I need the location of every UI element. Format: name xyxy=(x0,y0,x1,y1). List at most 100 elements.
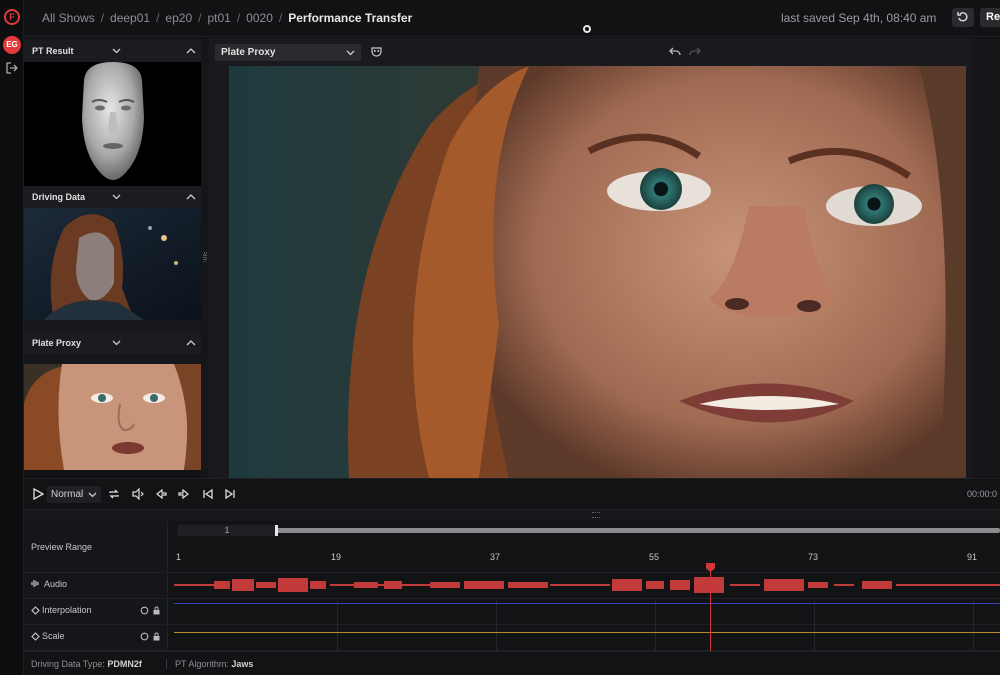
interpolation-curve[interactable] xyxy=(174,603,1000,604)
plate-proxy-frame xyxy=(24,364,201,470)
left-panel-stack: PT Result Driving Data Plate Proxy xyxy=(24,38,201,470)
visibility-icon[interactable] xyxy=(140,606,149,615)
page-title: Performance Transfer xyxy=(288,11,413,25)
playhead[interactable] xyxy=(710,564,711,651)
frame-tick: 37 xyxy=(490,552,501,562)
track-header-column: Preview Range Audio Interpolation Scale xyxy=(24,521,168,651)
panel-header-pt-result[interactable]: PT Result xyxy=(24,40,201,62)
driving-data-type: Driving Data Type: PDMN2f xyxy=(31,659,142,669)
user-avatar[interactable]: EG xyxy=(3,36,21,54)
volume-icon[interactable] xyxy=(132,488,144,500)
lock-icon[interactable] xyxy=(152,632,161,641)
lock-icon[interactable] xyxy=(152,606,161,615)
logout-icon[interactable] xyxy=(6,62,18,74)
loop-icon[interactable] xyxy=(108,488,120,500)
breadcrumb-item[interactable]: All Shows xyxy=(42,11,95,25)
breadcrumb-item[interactable]: pt01 xyxy=(207,11,230,25)
keyframe-diamond-icon[interactable] xyxy=(31,606,40,615)
status-bar: Driving Data Type: PDMN2f PT Algorithm: … xyxy=(24,651,1000,675)
frame-tick: 73 xyxy=(808,552,819,562)
grid-line xyxy=(973,601,974,651)
breadcrumb-item[interactable]: ep20 xyxy=(165,11,192,25)
chevron-down-icon[interactable] xyxy=(112,338,121,347)
last-saved-text: last saved Sep 4th, 08:40 am xyxy=(781,11,937,25)
chevron-down-icon[interactable] xyxy=(112,46,121,55)
grid-line xyxy=(496,601,497,651)
right-panel-edge xyxy=(972,38,1000,478)
frame-tick: 91 xyxy=(967,552,978,562)
timecode: 00:00:0 xyxy=(967,489,998,499)
range-start-field[interactable]: 1 xyxy=(177,525,277,536)
viewer-toolbar: Plate Proxy xyxy=(209,38,972,66)
step-forward-icon[interactable] xyxy=(178,488,190,500)
chevron-up-icon[interactable] xyxy=(186,46,196,56)
app-logo[interactable]: F xyxy=(4,9,20,25)
drag-handle-icon[interactable] xyxy=(583,25,591,33)
breadcrumb-separator: / xyxy=(236,11,241,25)
panel-title: Plate Proxy xyxy=(32,338,82,348)
play-icon[interactable] xyxy=(32,488,44,500)
viewer-source-select[interactable]: Plate Proxy xyxy=(215,44,361,61)
track-label-interpolation: Interpolation xyxy=(42,605,92,615)
chevron-down-icon xyxy=(88,492,97,498)
viewer-source-value: Plate Proxy xyxy=(221,47,276,58)
mask-icon[interactable] xyxy=(371,46,382,57)
frame-tick: 1 xyxy=(176,552,182,562)
breadcrumb-separator: / xyxy=(198,11,202,25)
visibility-icon[interactable] xyxy=(140,632,149,641)
frame-tick: 19 xyxy=(331,552,342,562)
track-label-scale: Scale xyxy=(42,631,65,641)
driving-data-thumbnail[interactable] xyxy=(24,208,201,320)
redo-icon[interactable] xyxy=(689,45,701,57)
audio-waveform[interactable] xyxy=(174,575,1000,595)
timeline-tracks[interactable]: 1 1 19 37 55 73 91 xyxy=(169,521,1000,651)
track-label-audio: Audio xyxy=(44,579,68,589)
breadcrumb-separator: / xyxy=(278,11,283,25)
grip-icon[interactable] xyxy=(204,252,207,260)
breadcrumb: All Shows / deep01 / ep20 / pt01 / 0020 / Performa… xyxy=(42,11,412,25)
chevron-down-icon xyxy=(346,50,355,56)
keyframe-diamond-icon[interactable] xyxy=(31,632,40,641)
pt-result-thumbnail[interactable] xyxy=(24,62,201,186)
chevron-down-icon[interactable] xyxy=(112,192,121,201)
plate-proxy-frame-large[interactable] xyxy=(229,66,966,478)
revert-button[interactable] xyxy=(952,8,974,27)
icon-rail: F EG xyxy=(0,0,24,675)
range-handle[interactable] xyxy=(275,525,278,536)
preview-range-bar[interactable] xyxy=(275,528,1000,533)
render-button[interactable]: Re xyxy=(980,8,1000,27)
breadcrumb-separator: / xyxy=(156,11,160,25)
driving-data-frame xyxy=(24,208,201,320)
panel-header-driving-data[interactable]: Driving Data xyxy=(24,186,201,208)
video-frame xyxy=(229,66,966,478)
breadcrumb-separator: / xyxy=(100,11,105,25)
top-bar: All Shows / deep01 / ep20 / pt01 / 0020 / Performa… xyxy=(24,0,1000,37)
face-mesh-render xyxy=(82,62,144,180)
scale-curve[interactable] xyxy=(174,632,1000,633)
grid-line xyxy=(337,601,338,651)
panel-title: PT Result xyxy=(32,46,74,56)
undo-icon[interactable] xyxy=(669,45,681,57)
chevron-up-icon[interactable] xyxy=(186,338,196,348)
driving-data-type-value: PDMN2f xyxy=(107,659,142,669)
chevron-up-icon[interactable] xyxy=(186,192,196,202)
transport-bar: Normal 00:00:0 xyxy=(24,478,1000,509)
panel-title: Driving Data xyxy=(32,192,86,202)
go-to-end-icon[interactable] xyxy=(224,488,236,500)
undo-history-icon xyxy=(957,12,968,22)
breadcrumb-item[interactable]: 0020 xyxy=(246,11,273,25)
breadcrumb-item[interactable]: deep01 xyxy=(110,11,150,25)
grid-line xyxy=(655,601,656,651)
pt-algorithm: PT Algorithm: Jaws xyxy=(166,659,253,669)
go-to-start-icon[interactable] xyxy=(202,488,214,500)
timeline-resize-handle[interactable] xyxy=(24,509,1000,521)
preview-range-label: Preview Range xyxy=(31,542,93,552)
viewer: Plate Proxy xyxy=(204,38,984,478)
driving-data-type-label: Driving Data Type: xyxy=(31,659,105,669)
panel-header-plate-proxy[interactable]: Plate Proxy xyxy=(24,332,201,354)
step-back-icon[interactable] xyxy=(155,488,167,500)
playback-speed-value: Normal xyxy=(51,489,84,500)
grip-icon xyxy=(592,512,600,518)
plate-proxy-thumbnail[interactable] xyxy=(24,364,201,470)
playback-speed-select[interactable]: Normal xyxy=(47,486,101,503)
